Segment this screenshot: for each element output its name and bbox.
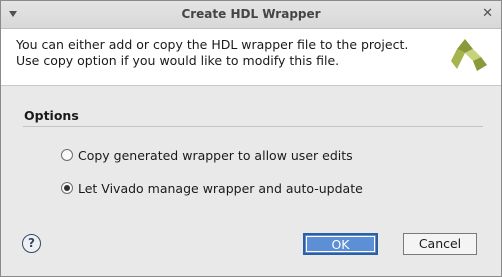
radio-vivado-manage-label[interactable]: Let Vivado manage wrapper and auto-updat…: [78, 181, 363, 196]
title-bar[interactable]: Create HDL Wrapper ✕: [1, 1, 501, 29]
radio-button-unchecked[interactable]: [61, 149, 73, 161]
section-divider: [23, 126, 483, 127]
create-hdl-wrapper-dialog: Create HDL Wrapper ✕ You can either add …: [0, 0, 502, 277]
radio-vivado-manage[interactable]: Let Vivado manage wrapper and auto-updat…: [61, 179, 363, 197]
cancel-button[interactable]: Cancel: [403, 233, 477, 255]
header-message: You can either add or copy the HDL wrapp…: [16, 37, 409, 68]
options-section: Options: [23, 108, 483, 127]
help-button[interactable]: ?: [22, 234, 41, 253]
dialog-header: You can either add or copy the HDL wrapp…: [1, 29, 501, 86]
ok-button[interactable]: OK: [303, 233, 378, 255]
close-icon[interactable]: ✕: [482, 7, 493, 21]
radio-copy-wrapper[interactable]: Copy generated wrapper to allow user edi…: [61, 146, 353, 164]
dialog-title: Create HDL Wrapper: [181, 7, 321, 21]
radio-copy-wrapper-label[interactable]: Copy generated wrapper to allow user edi…: [78, 148, 353, 163]
options-section-title: Options: [24, 108, 79, 123]
radio-button-checked[interactable]: [61, 182, 73, 194]
vivado-logo-icon: [451, 39, 487, 71]
